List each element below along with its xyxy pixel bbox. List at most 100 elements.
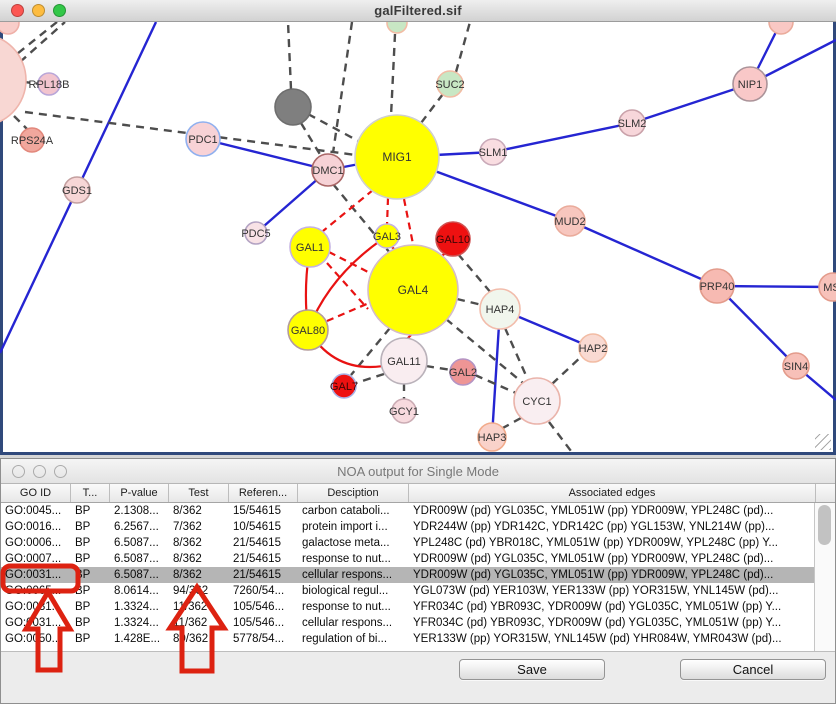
- graph-node-MIG1[interactable]: [355, 115, 439, 199]
- graph-node-MSI[interactable]: [819, 273, 836, 301]
- table-row[interactable]: GO:0031...BP6.5087...8/36221/54615cellul…: [1, 567, 816, 583]
- graph-node-MUD2[interactable]: [555, 206, 585, 236]
- column-header-desciption[interactable]: Desciption: [298, 484, 409, 502]
- table-cell: 8.0614...: [110, 583, 169, 599]
- graph-node-GAL11[interactable]: [381, 338, 427, 384]
- graph-node-HAP3[interactable]: [478, 423, 506, 451]
- graph-edge: [323, 190, 373, 231]
- table-cell: 105/546...: [229, 599, 298, 615]
- vertical-scrollbar[interactable]: [814, 503, 835, 651]
- table-cell: 15/54615: [229, 503, 298, 519]
- scrollbar-thumb[interactable]: [818, 505, 831, 545]
- graph-edge: [501, 418, 521, 429]
- graph-node-RPS24A[interactable]: [20, 128, 44, 152]
- graph-node-GAL3[interactable]: [375, 224, 399, 248]
- table-cell: BP: [71, 583, 110, 599]
- graph-edge: [356, 374, 384, 383]
- graph-node-RPL18B[interactable]: [38, 73, 60, 95]
- graph-window-title: galFiltered.sif: [374, 3, 462, 18]
- graph-node-GAL80[interactable]: [288, 310, 328, 350]
- table-cell: 8/362: [169, 551, 229, 567]
- graph-node-GAL4[interactable]: [368, 245, 458, 335]
- graph-node-topright-cut[interactable]: [769, 22, 793, 34]
- graph-node-GAL7[interactable]: [332, 374, 356, 398]
- table-cell: YDR244W (pp) YDR142C, YDR142C (pp) YGL15…: [409, 519, 816, 535]
- noa-window-titlebar[interactable]: NOA output for Single Mode: [1, 459, 835, 484]
- column-header-test[interactable]: Test: [169, 484, 229, 502]
- close-button-icon[interactable]: [11, 4, 24, 17]
- column-header-pvalue[interactable]: P-value: [110, 484, 169, 502]
- graph-node-PDC1[interactable]: [186, 122, 220, 156]
- graph-edge: [458, 254, 492, 294]
- column-header-t[interactable]: T...: [71, 484, 110, 502]
- table-cell: YFR034C (pd) YBR093C, YDR009W (pd) YGL03…: [409, 615, 816, 631]
- graph-edge: [426, 366, 451, 370]
- table-row[interactable]: GO:0050...BP1.428E...80/3625778/54...reg…: [1, 631, 816, 647]
- table-cell: 7/362: [169, 519, 229, 535]
- table-row[interactable]: GO:0031...BP1.3324...11/362105/546...cel…: [1, 615, 816, 631]
- column-header-associatededges[interactable]: Associated edges: [409, 484, 816, 502]
- save-button[interactable]: Save: [459, 659, 605, 680]
- graph-node-SIN4[interactable]: [783, 353, 809, 379]
- minimize-button-icon[interactable]: [32, 4, 45, 17]
- graph-node-GDS1[interactable]: [64, 177, 90, 203]
- graph-node-SLM2[interactable]: [619, 110, 645, 136]
- cancel-button[interactable]: Cancel: [680, 659, 826, 680]
- graph-node-SLM1[interactable]: [480, 139, 506, 165]
- table-row[interactable]: GO:0031...BP1.3324...11/362105/546...res…: [1, 599, 816, 615]
- table-row[interactable]: GO:0016...BP6.2567...7/36210/54615protei…: [1, 519, 816, 535]
- table-cell: 1.3324...: [110, 615, 169, 631]
- table-row[interactable]: GO:0007...BP6.5087...8/36221/54615respon…: [1, 551, 816, 567]
- graph-node-topgreen-cut[interactable]: [387, 22, 407, 33]
- graph-node-HAP4[interactable]: [480, 289, 520, 329]
- resize-grip-icon[interactable]: [815, 434, 831, 450]
- graph-node-GCY1[interactable]: [392, 399, 416, 423]
- graph-edge: [404, 199, 413, 244]
- graph-node-HAP2[interactable]: [579, 334, 607, 362]
- graph-edge: [505, 328, 528, 380]
- graph-node-SUC2[interactable]: [437, 71, 463, 97]
- graph-node-PDC5[interactable]: [245, 222, 267, 244]
- graph-edge: [20, 22, 65, 62]
- graph-window-titlebar[interactable]: galFiltered.sif: [0, 0, 836, 22]
- graph-node-GAL1[interactable]: [290, 227, 330, 267]
- table-cell: 11/362: [169, 615, 229, 631]
- graph-node-NIP1[interactable]: [733, 67, 767, 101]
- graph-node-GAL2[interactable]: [450, 359, 476, 385]
- table-cell: 6.5087...: [110, 567, 169, 583]
- table-cell: response to nut...: [298, 551, 409, 567]
- table-row[interactable]: GO:0006...BP6.5087...8/36221/54615galact…: [1, 535, 816, 551]
- column-header-goid[interactable]: GO ID: [1, 484, 71, 502]
- graph-node-GAL10[interactable]: [436, 222, 470, 256]
- graph-node-tiny-topleft[interactable]: [0, 22, 19, 34]
- column-header-referen[interactable]: Referen...: [229, 484, 298, 502]
- graph-node-CYC1[interactable]: [514, 378, 560, 424]
- network-canvas-frame: RPL18BRPS24AGDS1PDC1MIG1DMC1PDC5GAL1GAL3…: [0, 22, 836, 455]
- traffic-lights: [11, 4, 66, 17]
- close-button-icon[interactable]: [12, 465, 25, 478]
- graph-node-PRP40[interactable]: [700, 269, 734, 303]
- graph-node-unlabeled-gray[interactable]: [275, 89, 311, 125]
- table-cell: YDR009W (pd) YGL035C, YML051W (pp) YDR00…: [409, 567, 816, 583]
- table-cell: 105/546...: [229, 615, 298, 631]
- table-cell: 11/362: [169, 599, 229, 615]
- zoom-button-icon[interactable]: [54, 465, 67, 478]
- network-canvas: RPL18BRPS24AGDS1PDC1MIG1DMC1PDC5GAL1GAL3…: [0, 22, 836, 452]
- table-cell: 7260/54...: [229, 583, 298, 599]
- table-cell: YDR009W (pd) YGL035C, YML051W (pp) YDR00…: [409, 503, 816, 519]
- table-row[interactable]: GO:0065...BP8.0614...94/3627260/54...bio…: [1, 583, 816, 599]
- table-cell: GO:0045...: [1, 503, 71, 519]
- graph-edge: [421, 94, 443, 123]
- table-cell: GO:0016...: [1, 519, 71, 535]
- graph-node-DMC1[interactable]: [312, 154, 344, 186]
- minimize-button-icon[interactable]: [33, 465, 46, 478]
- noa-table-body: GO:0045...BP2.1308...8/36215/54615carbon…: [1, 503, 816, 651]
- zoom-button-icon[interactable]: [53, 4, 66, 17]
- graph-node-big-left[interactable]: [0, 34, 26, 126]
- table-cell: YFR034C (pd) YBR093C, YDR009W (pd) YGL03…: [409, 599, 816, 615]
- graph-edge: [333, 22, 352, 153]
- table-cell: YER133W (pp) YOR315W, YNL145W (pd) YHR08…: [409, 631, 816, 647]
- noa-output-window: NOA output for Single Mode GO IDT...P-va…: [0, 458, 836, 704]
- table-cell: response to nut...: [298, 599, 409, 615]
- table-row[interactable]: GO:0045...BP2.1308...8/36215/54615carbon…: [1, 503, 816, 519]
